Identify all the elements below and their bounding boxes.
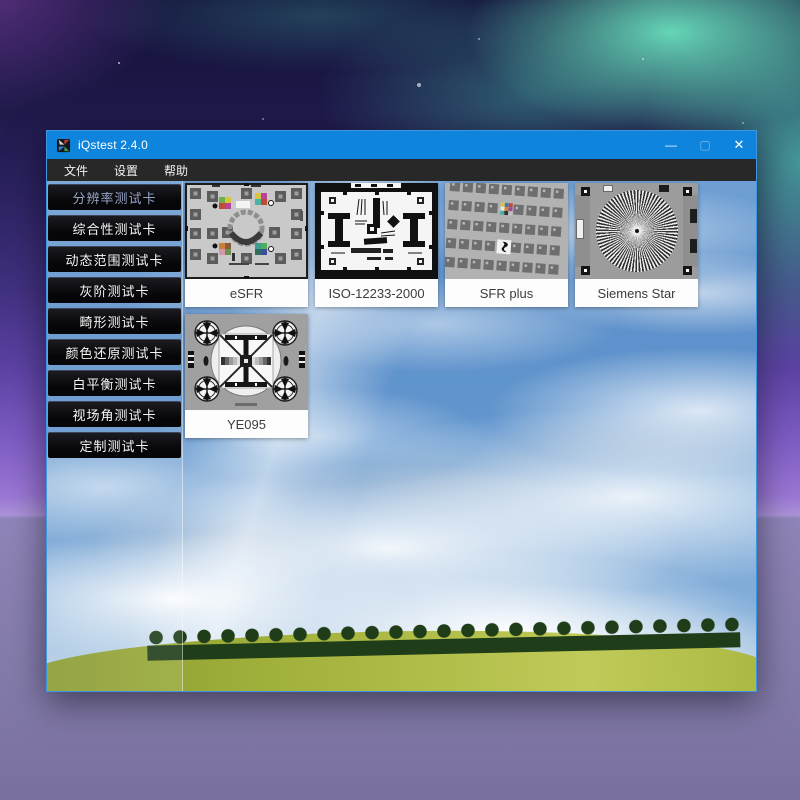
menu-file[interactable]: 文件 <box>51 159 101 181</box>
card-label: ISO-12233-2000 <box>315 279 438 307</box>
fiducial-mark <box>581 187 590 196</box>
sidebar-item-color-reproduction[interactable]: 颜色还原测试卡 <box>48 339 181 365</box>
content-area: 分辨率测试卡 综合性测试卡 动态范围测试卡 灰阶测试卡 畸形测试卡 颜色还原测试… <box>47 181 756 691</box>
black-patch <box>690 239 697 253</box>
stars-decoration <box>0 0 2 2</box>
gray-band <box>683 195 698 267</box>
card-label: SFR plus <box>445 279 568 307</box>
card-siemens-star[interactable]: Siemens Star <box>575 183 698 307</box>
ye095-chart-thumbnail <box>185 314 308 410</box>
black-patch <box>690 209 697 223</box>
card-label: YE095 <box>185 410 308 438</box>
window-controls: — ▢ ✕ <box>654 131 756 159</box>
card-label: Siemens Star <box>575 279 698 307</box>
app-logo-icon <box>56 138 71 153</box>
app-window: iQstest 2.4.0 — ▢ ✕ 文件 设置 帮助 分辨率测试卡 综合性测… <box>46 130 757 692</box>
window-title: iQstest 2.4.0 <box>78 138 148 152</box>
fiducial-mark <box>581 266 590 275</box>
fiducial-mark <box>683 187 692 196</box>
siemens-star-chart-thumbnail <box>575 183 698 279</box>
iso12233-chart-thumbnail <box>315 183 438 279</box>
close-button[interactable]: ✕ <box>722 131 756 159</box>
card-label: eSFR <box>185 279 308 307</box>
sidebar-item-field-of-view[interactable]: 视场角测试卡 <box>48 401 181 427</box>
star-center-dot <box>635 229 639 233</box>
sidebar-item-custom[interactable]: 定制测试卡 <box>48 432 181 458</box>
sidebar-item-grayscale[interactable]: 灰阶测试卡 <box>48 277 181 303</box>
menu-settings[interactable]: 设置 <box>101 159 151 181</box>
card-ye095[interactable]: YE095 <box>185 314 308 438</box>
chart-card-grid: eSFR <box>185 183 745 438</box>
white-patch <box>603 185 613 192</box>
sidebar-item-comprehensive[interactable]: 综合性测试卡 <box>48 215 181 241</box>
card-sfrplus[interactable]: SFR plus <box>445 183 568 307</box>
esfr-chart-thumbnail <box>185 183 308 279</box>
menu-help[interactable]: 帮助 <box>151 159 201 181</box>
card-iso12233[interactable]: ISO-12233-2000 <box>315 183 438 307</box>
titlebar: iQstest 2.4.0 — ▢ ✕ <box>47 131 756 159</box>
sidebar-item-white-balance[interactable]: 白平衡测试卡 <box>48 370 181 396</box>
maximize-button[interactable]: ▢ <box>688 131 722 159</box>
desktop-background: iQstest 2.4.0 — ▢ ✕ 文件 设置 帮助 分辨率测试卡 综合性测… <box>0 0 800 800</box>
black-patch <box>659 185 669 192</box>
card-esfr[interactable]: eSFR <box>185 183 308 307</box>
menubar: 文件 设置 帮助 <box>47 159 756 181</box>
fiducial-mark <box>683 266 692 275</box>
sidebar-item-distortion[interactable]: 畸形测试卡 <box>48 308 181 334</box>
sfrplus-chart-thumbnail <box>445 183 568 279</box>
white-patch <box>576 219 584 239</box>
sidebar-item-dynamic-range[interactable]: 动态范围测试卡 <box>48 246 181 272</box>
sidebar-item-resolution[interactable]: 分辨率测试卡 <box>48 184 181 210</box>
sidebar: 分辨率测试卡 综合性测试卡 动态范围测试卡 灰阶测试卡 畸形测试卡 颜色还原测试… <box>47 181 183 691</box>
minimize-button[interactable]: — <box>654 131 688 159</box>
